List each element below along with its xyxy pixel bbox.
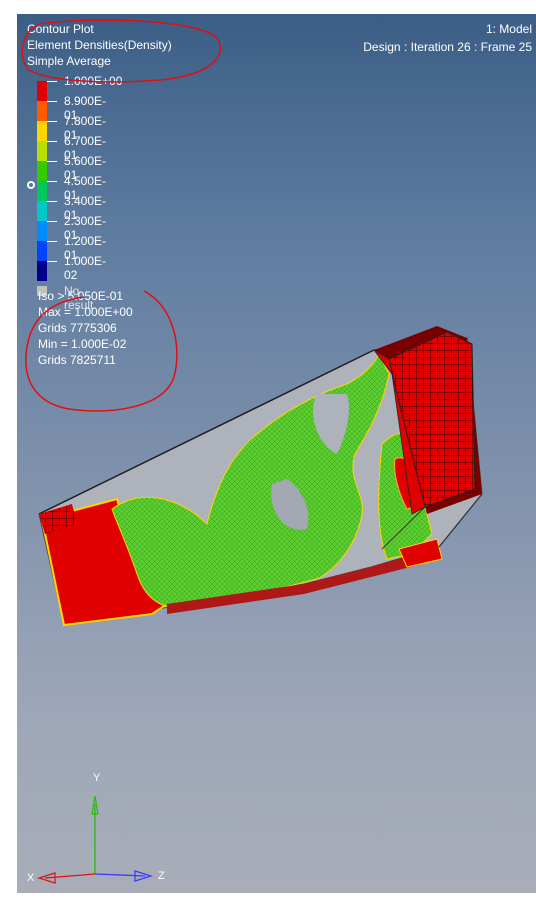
z-axis-line <box>94 873 146 877</box>
triad-z-label: Z <box>158 870 165 882</box>
annotation-circle-stats <box>25 290 178 412</box>
axis-triad <box>36 795 154 884</box>
graphics-viewport[interactable]: Contour Plot Element Densities(Density) … <box>17 14 536 893</box>
triad-y-label: Y <box>93 772 101 784</box>
annotation-circle-header <box>21 19 222 83</box>
triad-x-label: X <box>27 872 35 884</box>
x-axis-line <box>44 873 96 879</box>
